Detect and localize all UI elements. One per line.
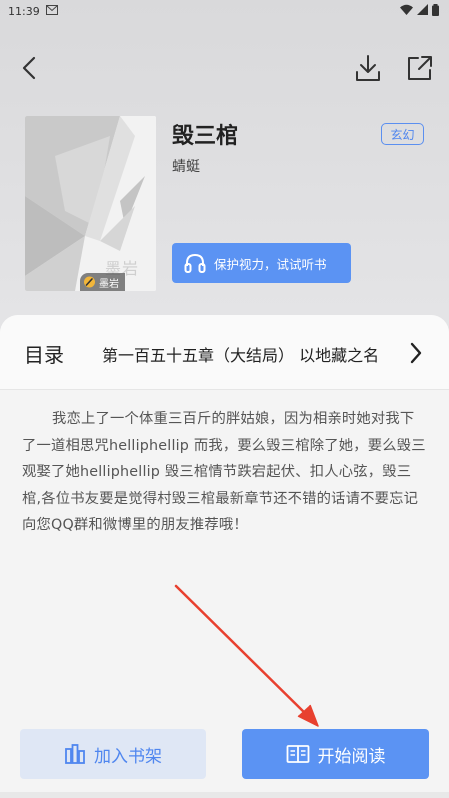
book-synopsis: 我恋上了一个体重三百斤的胖姑娘，因为相亲时她对我下了一道相思咒helliphel… (22, 411, 426, 533)
latest-chapter[interactable]: 第一百五十五章（大结局） 以地藏之名 (102, 342, 400, 366)
back-button[interactable] (16, 52, 44, 84)
chevron-left-icon (22, 56, 36, 80)
top-nav-bar (0, 48, 449, 88)
status-time: 11:39 (8, 4, 40, 18)
download-button[interactable] (352, 52, 384, 84)
wifi-icon (400, 4, 413, 18)
shelf-button-label: 加入书架 (94, 746, 162, 767)
headphones-icon (184, 253, 206, 273)
book-title: 毁三棺 (172, 124, 239, 149)
listen-button-label: 保护视力，试试听书 (214, 256, 327, 272)
book-cover[interactable]: 墨岩 (25, 116, 156, 291)
status-bar: 11:39 (0, 0, 449, 22)
book-author[interactable]: 蜻蜓 (172, 156, 200, 176)
start-reading-button[interactable]: 开始阅读 (242, 729, 429, 779)
table-of-contents-row[interactable]: 目录 第一百五十五章（大结局） 以地藏之名 (0, 315, 449, 390)
bottom-action-bar: 加入书架 开始阅读 (0, 718, 449, 798)
system-nav-area (0, 792, 449, 798)
brush-icon (84, 276, 95, 288)
battery-icon (432, 3, 439, 19)
share-icon (408, 56, 432, 80)
toc-label: 目录 (24, 343, 64, 367)
email-icon (45, 4, 58, 18)
annotation-arrow (174, 584, 319, 727)
download-icon (356, 55, 380, 81)
cover-source-badge: 墨岩 (80, 273, 125, 291)
bookshelf-icon (65, 744, 85, 764)
signal-icon (417, 4, 428, 18)
read-button-label: 开始阅读 (317, 746, 386, 767)
cover-badge-label: 墨岩 (99, 278, 119, 290)
add-to-bookshelf-button[interactable]: 加入书架 (20, 729, 206, 779)
chevron-right-icon[interactable] (406, 339, 426, 367)
genre-tag[interactable]: 玄幻 (381, 123, 424, 145)
open-book-icon (286, 745, 309, 763)
listen-audiobook-button[interactable]: 保护视力，试试听书 (172, 243, 351, 283)
share-button[interactable] (404, 52, 436, 84)
